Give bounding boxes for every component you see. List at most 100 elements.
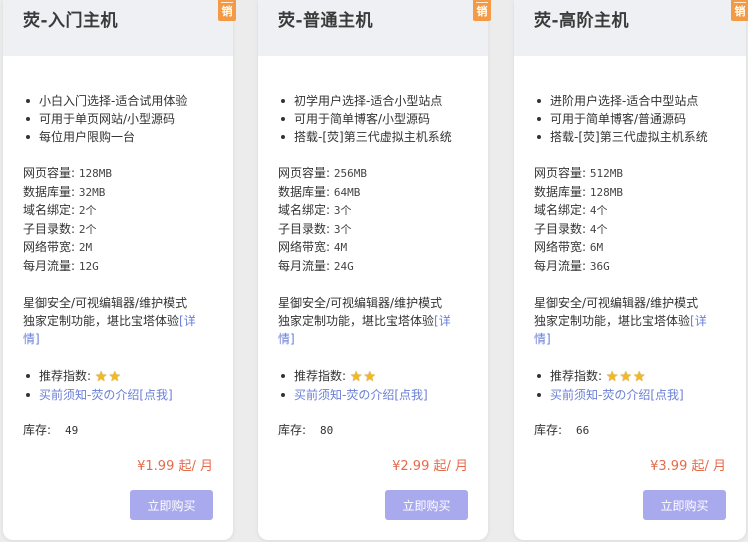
spec-label: 数据库量: <box>278 184 331 199</box>
rating-stars: ★★ <box>349 369 377 385</box>
spec-label: 每月流量: <box>534 258 587 273</box>
spec-row: 网络带宽: 6M <box>534 238 623 257</box>
feature-list: 进阶用户选择-适合中型站点 可用于简单博客/普通源码 搭载-[荧]第三代虚拟主机系统 <box>534 92 708 146</box>
spec-value: 12G <box>78 259 99 273</box>
spec-label: 子目录数: <box>534 221 587 236</box>
rating-label: 推荐指数: <box>294 369 347 383</box>
spec-label: 子目录数: <box>23 221 76 236</box>
spec-value: 2M <box>78 241 93 254</box>
spec-row: 每月流量: 36G <box>534 257 623 276</box>
card-header: 荧-入门主机 销 <box>3 0 236 56</box>
notice-item: 买前须知-荧の介绍[点我] <box>534 386 684 405</box>
details-link[interactable]: [详 <box>690 314 707 328</box>
spec-row: 网络带宽: 4M <box>278 238 367 257</box>
description-line: 星御安全/可视编辑器/维护模式 <box>23 296 188 310</box>
feature-list: 初学用户选择-适合小型站点 可用于简单博客/小型源码 搭载-[荧]第三代虚拟主机系统 <box>278 92 452 146</box>
spec-row: 网页容量: 256MB <box>278 164 367 183</box>
spec-list: 网页容量: 128MB 数据库量: 32MB 域名绑定: 2个 子目录数: 2个… <box>23 164 112 275</box>
feature-item: 搭载-[荧]第三代虚拟主机系统 <box>534 128 708 146</box>
rating-row: 推荐指数: ★★ <box>278 367 428 386</box>
buy-now-button[interactable]: 立即购买 <box>385 490 468 520</box>
spec-value: 2个 <box>78 204 97 217</box>
spec-label: 域名绑定: <box>534 203 587 217</box>
details-link-cont[interactable]: 情] <box>23 332 40 346</box>
description-line: 独家定制功能，堪比宝塔体验 <box>534 314 691 328</box>
spec-row: 网络带宽: 2M <box>23 238 112 257</box>
purchase-notice-link[interactable]: 买前须知-荧の介绍[点我] <box>550 388 684 402</box>
spec-label: 网络带宽: <box>278 240 331 254</box>
feature-item: 可用于简单博客/小型源码 <box>278 110 452 128</box>
stock-label: 库存: <box>23 423 52 437</box>
spec-value: 3个 <box>333 222 352 236</box>
rating-label: 推荐指数: <box>39 369 92 383</box>
spec-label: 网页容量: <box>278 166 331 180</box>
spec-row: 域名绑定: 3个 <box>278 201 367 220</box>
details-link-cont[interactable]: 情] <box>278 332 295 346</box>
spec-row: 数据库量: 64MB <box>278 183 367 202</box>
spec-label: 数据库量: <box>534 184 587 199</box>
feature-item: 搭载-[荧]第三代虚拟主机系统 <box>278 128 452 146</box>
price: ¥2.99 起/ 月 <box>392 459 468 474</box>
spec-label: 网络带宽: <box>23 240 76 254</box>
plan-card: 荧-普通主机 销 初学用户选择-适合小型站点 可用于简单博客/小型源码 搭载-[荧]… <box>258 0 491 540</box>
stock-row: 库存: 49 <box>23 421 78 438</box>
spec-value: 36G <box>589 259 610 273</box>
extra-list: 推荐指数: ★★★ 买前须知-荧の介绍[点我] <box>534 367 684 405</box>
spec-row: 每月流量: 24G <box>278 257 367 276</box>
feature-list: 小白入门选择-适合试用体验 可用于单页网站/小型源码 每位用户限购一台 <box>23 92 187 146</box>
feature-item: 可用于简单博客/普通源码 <box>534 110 708 128</box>
feature-item: 小白入门选择-适合试用体验 <box>23 92 187 110</box>
purchase-notice-link[interactable]: 买前须知-荧の介绍[点我] <box>39 388 173 402</box>
spec-label: 每月流量: <box>278 258 331 273</box>
plan-title: 荧-普通主机 <box>278 11 374 31</box>
notice-item: 买前须知-荧の介绍[点我] <box>23 386 173 405</box>
price: ¥3.99 起/ 月 <box>650 459 726 474</box>
spec-label: 网络带宽: <box>534 240 587 254</box>
purchase-notice-link[interactable]: 买前须知-荧の介绍[点我] <box>294 388 428 402</box>
spec-value: 32MB <box>78 185 106 199</box>
hot-sale-badge: 销 <box>731 0 748 21</box>
spec-value: 2个 <box>78 222 97 236</box>
star-icon: ★ <box>108 369 121 385</box>
extra-list: 推荐指数: ★★ 买前须知-荧の介绍[点我] <box>278 367 428 405</box>
spec-value: 128MB <box>589 185 623 199</box>
spec-label: 域名绑定: <box>23 203 76 217</box>
feature-item: 进阶用户选择-适合中型站点 <box>534 92 708 110</box>
rating-stars: ★★ <box>95 369 122 385</box>
spec-row: 每月流量: 12G <box>23 257 112 276</box>
star-icon: ★ <box>605 369 619 385</box>
stock-row: 库存: 80 <box>278 421 333 438</box>
stock-value: 66 <box>576 424 590 437</box>
plan-card: 荧-入门主机 销 小白入门选择-适合试用体验 可用于单页网站/小型源码 每位用户限购… <box>3 0 236 540</box>
rating-label: 推荐指数: <box>550 369 603 383</box>
feature-item: 初学用户选择-适合小型站点 <box>278 92 452 110</box>
star-icon: ★ <box>349 369 363 385</box>
plan-title: 荧-入门主机 <box>23 11 119 31</box>
spec-row: 子目录数: 3个 <box>278 220 367 239</box>
spec-label: 每月流量: <box>23 258 76 273</box>
card-header: 荧-高阶主机 销 <box>514 0 748 56</box>
star-icon: ★ <box>363 369 376 385</box>
spec-value: 3个 <box>333 204 352 217</box>
description-line: 星御安全/可视编辑器/维护模式 <box>534 296 699 310</box>
spec-label: 数据库量: <box>23 184 76 199</box>
price: ¥1.99 起/ 月 <box>137 459 213 474</box>
spec-list: 网页容量: 256MB 数据库量: 64MB 域名绑定: 3个 子目录数: 3个… <box>278 164 367 275</box>
spec-value: 4个 <box>589 204 608 217</box>
details-link[interactable]: [详 <box>179 314 196 328</box>
spec-label: 网页容量: <box>534 166 587 180</box>
stock-value: 80 <box>320 424 334 437</box>
feature-item: 每位用户限购一台 <box>23 128 187 146</box>
spec-row: 域名绑定: 4个 <box>534 201 623 220</box>
hot-sale-badge: 销 <box>473 0 491 21</box>
feature-item: 可用于单页网站/小型源码 <box>23 110 187 128</box>
rating-row: 推荐指数: ★★★ <box>534 367 684 386</box>
spec-value: 6M <box>589 241 604 254</box>
details-link-cont[interactable]: 情] <box>534 332 551 346</box>
buy-now-button[interactable]: 立即购买 <box>643 490 726 520</box>
details-link[interactable]: [详 <box>434 314 451 328</box>
spec-value: 512MB <box>589 167 623 180</box>
buy-now-button[interactable]: 立即购买 <box>130 490 213 520</box>
extra-list: 推荐指数: ★★ 买前须知-荧の介绍[点我] <box>23 367 173 405</box>
plan-description: 星御安全/可视编辑器/维护模式 独家定制功能，堪比宝塔体验[详 情] <box>23 294 218 348</box>
